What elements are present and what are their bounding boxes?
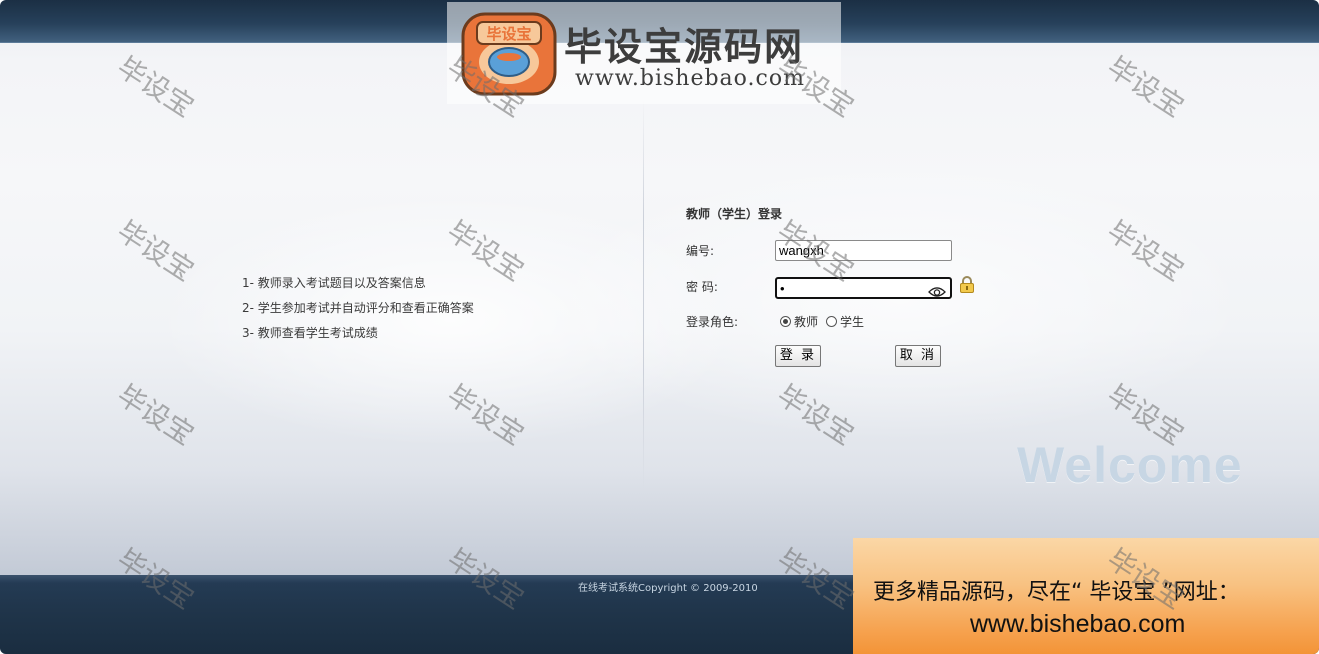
login-page: 1- 教师录入考试题目以及答案信息 2- 学生参加考试并自动评分和查看正确答案 … [0,0,1319,654]
watermark: 毕设宝 [1101,214,1190,288]
role-student-label[interactable]: 学生 [840,313,864,330]
role-student-radio[interactable] [826,316,838,327]
promo-line-2: www.bishebao.com [970,610,1186,638]
role-label: 登录角色: [686,315,739,329]
banner-url: www.bishebao.com [575,66,805,91]
id-label: 编号: [686,244,715,258]
watermark: 毕设宝 [111,50,200,124]
mascot-logo-icon: 毕设宝 [459,10,559,102]
feature-item: 3- 教师查看学生考试成绩 [242,326,378,340]
watermark: 毕设宝 [1101,50,1190,124]
id-input[interactable] [775,240,952,261]
login-title: 教师（学生）登录 [686,207,783,221]
watermark: 毕设宝 [441,378,530,452]
banner-title: 毕设宝源码网 [564,25,805,69]
watermark: 毕设宝 [111,214,200,288]
role-teacher-label[interactable]: 教师 [794,313,818,330]
watermark: 毕设宝 [111,378,200,452]
show-password-eye-icon[interactable] [928,283,946,302]
login-button[interactable]: 登 录 [775,345,821,367]
feature-item: 1- 教师录入考试题目以及答案信息 [242,276,426,290]
feature-list: 1- 教师录入考试题目以及答案信息 2- 学生参加考试并自动评分和查看正确答案 … [242,276,474,351]
promo-line-1: 更多精品源码，尽在“ 毕设宝 ”网址： [873,580,1240,605]
feature-item: 2- 学生参加考试并自动评分和查看正确答案 [242,301,474,315]
lock-icon [959,276,975,297]
role-teacher-radio[interactable] [780,316,791,327]
password-label: 密 码: [686,280,718,294]
password-input[interactable] [775,277,952,299]
logo-text: 毕设宝 [486,25,531,43]
watermark: 毕设宝 [771,378,860,452]
cancel-button[interactable]: 取 消 [895,345,941,367]
welcome-text: Welcome [1017,437,1243,493]
vertical-divider [643,100,644,490]
copyright-text: 在线考试系统Copyright © 2009-2010 [578,583,758,594]
promo-banner: 更多精品源码，尽在“ 毕设宝 ”网址： www.bishebao.com [853,538,1319,654]
role-radio-group: 教师 学生 [780,313,872,330]
watermark-banner: 毕设宝 毕设宝源码网 www.bishebao.com [447,2,841,104]
